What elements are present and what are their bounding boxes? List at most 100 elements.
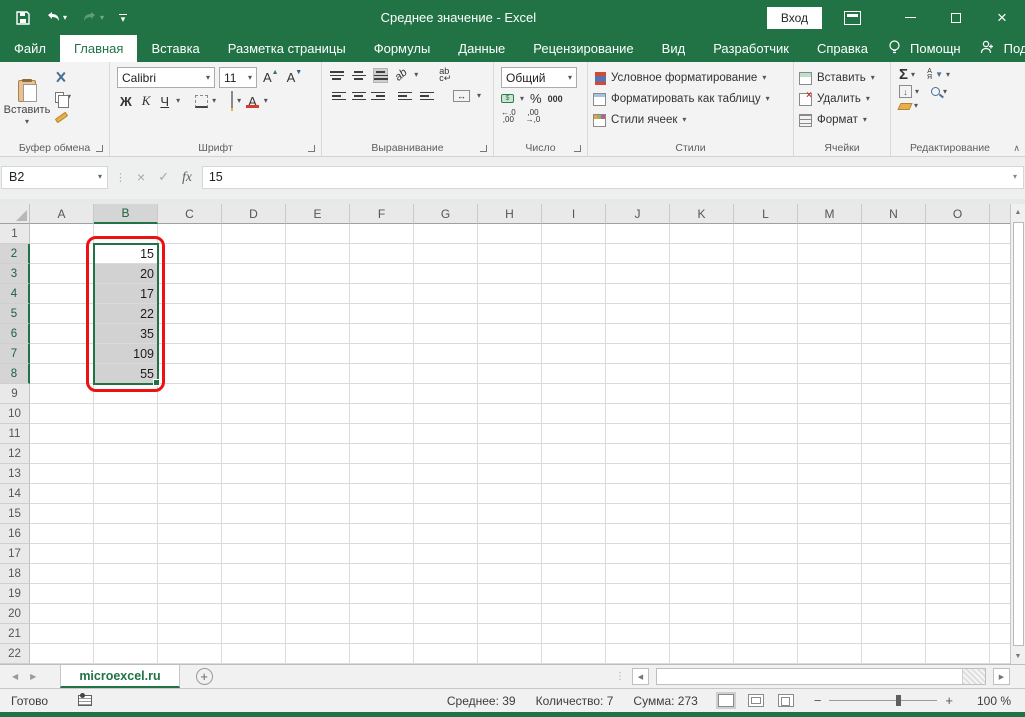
increase-decimal-button[interactable]: ←.0,00 xyxy=(501,109,516,124)
cell-B15[interactable] xyxy=(94,504,158,524)
expand-formula-bar-icon[interactable]: ▾ xyxy=(1013,173,1017,181)
cell-M9[interactable] xyxy=(798,384,862,404)
cell-C4[interactable] xyxy=(158,284,222,304)
cell-J20[interactable] xyxy=(606,604,670,624)
row-header-21[interactable]: 21 xyxy=(0,624,30,644)
collapse-ribbon-icon[interactable]: ∧ xyxy=(1013,143,1020,154)
name-box[interactable]: B2 ▾ xyxy=(1,165,108,189)
name-box-dropdown-icon[interactable]: ▾ xyxy=(98,173,107,181)
cell-M4[interactable] xyxy=(798,284,862,304)
cell-H7[interactable] xyxy=(478,344,542,364)
cell-F11[interactable] xyxy=(350,424,414,444)
cell-E13[interactable] xyxy=(286,464,350,484)
cell-E9[interactable] xyxy=(286,384,350,404)
column-header-G[interactable]: G xyxy=(414,204,478,224)
autosum-button[interactable]: Σ ▾ xyxy=(899,67,915,82)
cell-C13[interactable] xyxy=(158,464,222,484)
tab-Разработчик[interactable]: Разработчик xyxy=(699,35,803,62)
cell-B8[interactable]: 55 xyxy=(94,364,158,384)
cell-M10[interactable] xyxy=(798,404,862,424)
cell-K7[interactable] xyxy=(670,344,734,364)
cell-I18[interactable] xyxy=(542,564,606,584)
cell-M15[interactable] xyxy=(798,504,862,524)
cell-C10[interactable] xyxy=(158,404,222,424)
row-header-14[interactable]: 14 xyxy=(0,484,30,504)
cell-G21[interactable] xyxy=(414,624,478,644)
cell-M14[interactable] xyxy=(798,484,862,504)
cell-H9[interactable] xyxy=(478,384,542,404)
decrease-decimal-button[interactable]: ,00 →,0 xyxy=(526,109,541,124)
cell-C14[interactable] xyxy=(158,484,222,504)
cell-H21[interactable] xyxy=(478,624,542,644)
cell-L2[interactable] xyxy=(734,244,798,264)
cell-E5[interactable] xyxy=(286,304,350,324)
number-format-combo[interactable]: Общий ▾ xyxy=(501,67,577,88)
cell-O9[interactable] xyxy=(926,384,990,404)
scroll-up-icon[interactable]: ▲ xyxy=(1011,204,1025,220)
cell-B2[interactable]: 15 xyxy=(94,244,158,264)
cell-L19[interactable] xyxy=(734,584,798,604)
cell-F5[interactable] xyxy=(350,304,414,324)
cell-M11[interactable] xyxy=(798,424,862,444)
column-header-A[interactable]: A xyxy=(30,204,94,224)
cell-J18[interactable] xyxy=(606,564,670,584)
row-header-19[interactable]: 19 xyxy=(0,584,30,604)
stat-количество[interactable]: Количество: 7 xyxy=(536,694,614,708)
cell-H6[interactable] xyxy=(478,324,542,344)
cell-C8[interactable] xyxy=(158,364,222,384)
cell-D11[interactable] xyxy=(222,424,286,444)
cell-styles-button[interactable]: Стили ячеек ▾ xyxy=(593,111,788,129)
cell-H22[interactable] xyxy=(478,644,542,664)
cell-A9[interactable] xyxy=(30,384,94,404)
cell-F4[interactable] xyxy=(350,284,414,304)
cell-M6[interactable] xyxy=(798,324,862,344)
cell-I6[interactable] xyxy=(542,324,606,344)
cell-L1[interactable] xyxy=(734,224,798,244)
cell-O8[interactable] xyxy=(926,364,990,384)
cell-N1[interactable] xyxy=(862,224,926,244)
row-header-22[interactable]: 22 xyxy=(0,644,30,664)
cell-D22[interactable] xyxy=(222,644,286,664)
cell-E16[interactable] xyxy=(286,524,350,544)
row-header-9[interactable]: 9 xyxy=(0,384,30,404)
cut-button[interactable] xyxy=(55,69,71,85)
cell-B14[interactable] xyxy=(94,484,158,504)
macro-record-icon[interactable] xyxy=(78,693,93,706)
cell-N19[interactable] xyxy=(862,584,926,604)
cell-I4[interactable] xyxy=(542,284,606,304)
cell-F16[interactable] xyxy=(350,524,414,544)
decrease-font-size-button[interactable]: А ▼ xyxy=(285,69,305,85)
cell-G22[interactable] xyxy=(414,644,478,664)
percent-style-button[interactable]: % xyxy=(530,91,542,106)
underline-dropdown-icon[interactable]: ▾ xyxy=(176,97,180,105)
cell-E19[interactable] xyxy=(286,584,350,604)
column-header-F[interactable]: F xyxy=(350,204,414,224)
scroll-left-icon[interactable]: ◀ xyxy=(632,668,649,685)
cell-K16[interactable] xyxy=(670,524,734,544)
font-size-combo[interactable]: 11 ▾ xyxy=(219,67,257,88)
cell-N7[interactable] xyxy=(862,344,926,364)
cell-D1[interactable] xyxy=(222,224,286,244)
column-header-H[interactable]: H xyxy=(478,204,542,224)
cell-E17[interactable] xyxy=(286,544,350,564)
cell-M12[interactable] xyxy=(798,444,862,464)
cell-E12[interactable] xyxy=(286,444,350,464)
cell-B6[interactable]: 35 xyxy=(94,324,158,344)
vertical-scrollbar-thumb[interactable] xyxy=(1012,222,1024,646)
cell-J12[interactable] xyxy=(606,444,670,464)
cell-C11[interactable] xyxy=(158,424,222,444)
cell-D2[interactable] xyxy=(222,244,286,264)
merge-center-button[interactable]: ↔ xyxy=(453,89,470,102)
cell-C21[interactable] xyxy=(158,624,222,644)
cell-G9[interactable] xyxy=(414,384,478,404)
cell-J22[interactable] xyxy=(606,644,670,664)
cell-C6[interactable] xyxy=(158,324,222,344)
cell-O19[interactable] xyxy=(926,584,990,604)
cell-H15[interactable] xyxy=(478,504,542,524)
cell-M20[interactable] xyxy=(798,604,862,624)
cell-J15[interactable] xyxy=(606,504,670,524)
cell-A8[interactable] xyxy=(30,364,94,384)
copy-button[interactable]: ▾ xyxy=(55,89,71,108)
cell-G4[interactable] xyxy=(414,284,478,304)
sort-filter-button[interactable]: А Я ▼ ▾ xyxy=(927,68,950,81)
